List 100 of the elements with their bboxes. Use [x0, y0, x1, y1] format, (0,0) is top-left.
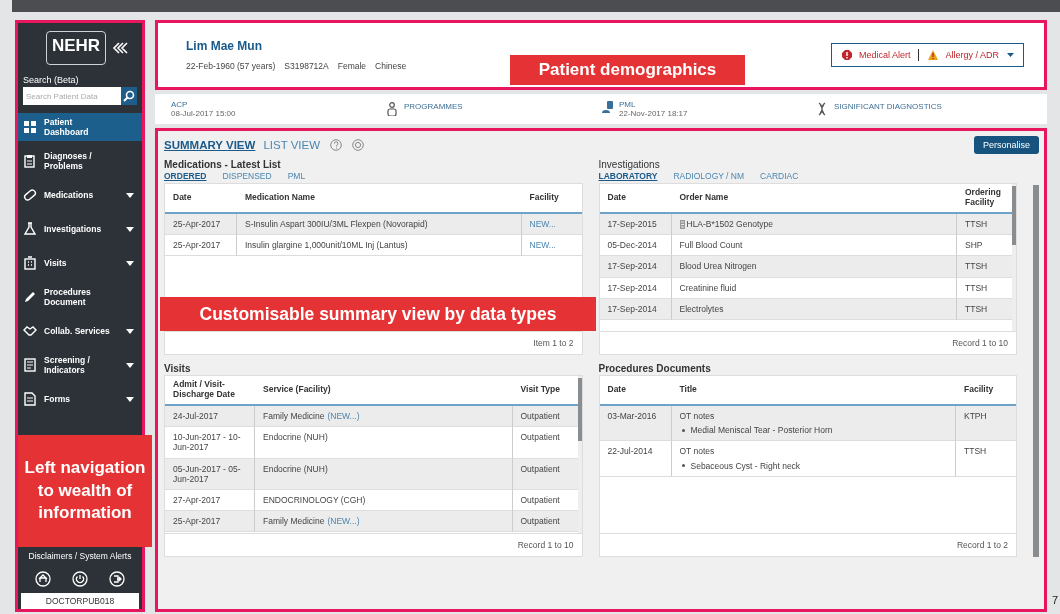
clipboard-icon	[23, 154, 37, 168]
patient-name: Lim Mae Mun	[186, 39, 263, 53]
home-button[interactable]	[34, 571, 51, 587]
facility-link[interactable]: (NEW...)	[327, 411, 360, 421]
summary-link[interactable]: ACP 08-Jul-2017 15:00	[171, 100, 386, 118]
table-cell: 22-Jul-2014	[599, 441, 672, 477]
sub-tab[interactable]: CARDIAC	[760, 171, 799, 181]
table-cell: TTSH	[957, 214, 1012, 236]
logout-button[interactable]	[109, 571, 126, 587]
summary-link[interactable]: PML 22-Nov-2017 18:17	[601, 100, 816, 118]
table-cell: 25-Apr-2017	[165, 214, 237, 236]
disclaimers-link[interactable]: Disclaimers / System Alerts	[18, 547, 142, 565]
search-button[interactable]	[121, 87, 137, 105]
table-cell: 17-Sep-2015	[599, 214, 672, 236]
circle-icon	[352, 139, 365, 151]
personalise-button[interactable]: Personalise	[973, 136, 1039, 154]
flask-icon	[23, 222, 37, 236]
pill-bottle-icon	[601, 100, 613, 114]
nav-item[interactable]: Patient Dashboard	[18, 113, 142, 141]
table-cell: Outpatient	[512, 458, 578, 490]
service-name: Family Medicine	[263, 411, 325, 421]
service-name: Family Medicine	[263, 516, 325, 527]
pen-icon	[23, 290, 37, 304]
search-field[interactable]: Search Patient Data	[23, 87, 121, 105]
sub-tab[interactable]: RADIOLOGY / NM	[673, 171, 745, 181]
table-cell: 17-Sep-2014	[599, 256, 672, 278]
table-cell: Endocrine (NUH)	[255, 458, 513, 490]
document-icon	[23, 392, 37, 406]
caret-icon	[1007, 53, 1014, 57]
section-title: Visits	[164, 363, 192, 374]
table-cell: TTSH	[957, 256, 1012, 278]
table-cell: Endocrine (NUH)	[255, 427, 513, 459]
home-icon	[34, 571, 51, 587]
nav-item[interactable]: Visits	[18, 246, 142, 280]
callout-label: Customisable summary view by data types	[160, 297, 596, 331]
help-icon	[330, 139, 343, 151]
callout-label: Left navigation to wealth of information	[18, 435, 152, 547]
section-title: Procedures Documents	[598, 363, 712, 374]
document-icon	[23, 358, 37, 372]
alert-button[interactable]: Allergy / ADR	[927, 49, 999, 61]
nav-item[interactable]: Forms	[18, 382, 142, 416]
table-cell: TTSH	[956, 441, 1016, 477]
logo: NEHR	[45, 31, 107, 65]
facility-link[interactable]: (NEW...)	[327, 516, 360, 527]
table-cell: 10-Jun-2017 - 10-Jun-2017	[165, 427, 255, 459]
nav-item[interactable]: Medications	[18, 178, 142, 212]
people-icon	[386, 102, 398, 116]
sub-tab[interactable]: ORDERED	[164, 171, 207, 181]
table-cell: 25-Apr-2017	[165, 511, 255, 533]
table-cell: Outpatient	[512, 511, 578, 533]
table-cell: Outpatient	[512, 406, 578, 428]
table-cell: 17-Sep-2014	[599, 277, 672, 299]
note-title: OT notes	[679, 446, 716, 457]
patient-detail: Chinese	[375, 61, 407, 71]
pill-icon	[23, 188, 37, 202]
table-cell: S-Insulin Aspart 300IU/3ML Flexpen (Novorapid)	[237, 214, 522, 236]
nav-item[interactable]: Screening / Indicators	[18, 348, 142, 382]
summary-link[interactable]: PROGRAMMES	[386, 102, 601, 116]
building-icon	[23, 256, 37, 270]
search-icon	[123, 90, 135, 102]
table-cell[interactable]: NEW...	[521, 235, 582, 257]
bullet-text: Medial Meniscal Tear - Posterior Horn	[690, 425, 833, 436]
table-cell: 05-Jun-2017 - 05-Jun-2017	[165, 458, 255, 490]
nav-item[interactable]: Diagnoses / Problems	[18, 144, 142, 178]
table-cell: Outpatient	[512, 427, 578, 459]
grid-icon	[23, 120, 37, 134]
alert-button[interactable]: Medical Alert	[840, 49, 911, 61]
record-count: Record 1 to 2	[599, 533, 1016, 556]
logout-icon	[109, 571, 126, 587]
bullet-icon	[681, 464, 685, 468]
record-count: Record 1 to 10	[165, 533, 582, 556]
section-title: Investigations	[598, 159, 661, 170]
nav-item[interactable]: Investigations	[18, 212, 142, 246]
flag-icon	[679, 219, 685, 229]
patient-detail: Female	[337, 61, 367, 71]
view-tab[interactable]: SUMMARY VIEW	[164, 139, 256, 151]
order-name: HLA-B*1502 Genotype	[686, 219, 773, 230]
view-tab[interactable]: LIST VIEW	[263, 139, 321, 151]
user-id: DOCTORPUB018	[21, 593, 139, 609]
table-cell[interactable]: NEW...	[521, 214, 582, 236]
collapse-button[interactable]	[112, 42, 129, 54]
page-number: 7	[1051, 594, 1058, 606]
table-cell: TTSH	[957, 298, 1012, 320]
sub-tab[interactable]: LABORATORY	[598, 171, 658, 181]
patient-detail: 22-Feb-1960 (57 years)	[186, 61, 276, 71]
table-cell: 17-Sep-2014	[599, 298, 672, 320]
sub-tab[interactable]: DISPENSED	[222, 171, 272, 181]
power-icon	[72, 571, 88, 587]
power-button[interactable]	[72, 571, 88, 587]
summary-link[interactable]: SIGNIFICANT DIAGNOSTICS	[816, 102, 1031, 116]
table-cell: KTPH	[956, 406, 1016, 442]
sub-tab[interactable]: PML	[287, 171, 306, 181]
table-cell: 03-Mar-2016	[599, 406, 672, 442]
nav-item[interactable]: Procedures Document	[18, 280, 142, 314]
handshake-icon	[23, 324, 37, 338]
patient-detail: S3198712A	[284, 61, 329, 71]
table-cell: Electrolytes	[671, 298, 957, 320]
bullet-text: Sebaceous Cyst - Right neck	[690, 460, 801, 471]
nav-item[interactable]: Collab. Services	[18, 314, 142, 348]
dna-icon	[816, 102, 828, 116]
